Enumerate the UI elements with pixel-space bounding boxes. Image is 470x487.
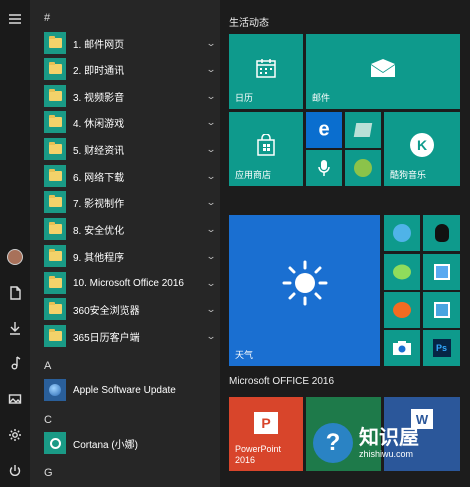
calendar-icon <box>256 58 276 78</box>
folder-item[interactable]: 365日历客户端 ⌄ <box>44 324 216 348</box>
chevron-down-icon: ⌄ <box>205 143 217 154</box>
mail-icon <box>371 58 395 77</box>
folder-icon <box>44 138 66 160</box>
chevron-down-icon: ⌄ <box>205 116 217 127</box>
folder-item[interactable]: 7. 影视制作 ⌄ <box>44 190 216 214</box>
weibo-icon <box>393 302 411 318</box>
watermark-url: zhishiwu.com <box>359 449 414 459</box>
section-header-g[interactable]: G <box>44 467 53 479</box>
chevron-down-icon: ⌄ <box>205 277 217 288</box>
avatar-image <box>7 249 23 265</box>
group-title-office: Microsoft OFFICE 2016 <box>229 376 335 387</box>
notes-icon <box>353 123 373 137</box>
tile-photoshop[interactable]: Ps <box>423 330 460 366</box>
app-list: # 1. 邮件网页 ⌄ 2. 即时通讯 ⌄ 3. 视频影音 ⌄ 4. 休闲游戏 … <box>30 0 220 487</box>
powerpoint-icon: P <box>254 411 278 434</box>
tile-calendar[interactable]: 日历 <box>229 34 303 109</box>
edge-icon: e <box>318 118 330 141</box>
documents-icon[interactable] <box>0 278 30 308</box>
tile-people[interactable] <box>423 292 460 328</box>
watermark-title: 知识屋 <box>359 427 419 449</box>
folder-icon <box>44 85 66 107</box>
folder-item[interactable]: 5. 财经资讯 ⌄ <box>44 137 216 161</box>
folder-item[interactable]: 2. 即时通讯 ⌄ <box>44 57 216 81</box>
chevron-down-icon: ⌄ <box>205 250 217 261</box>
apple-update-icon <box>44 379 66 401</box>
tile-qq-browser[interactable] <box>384 215 420 251</box>
chevron-down-icon: ⌄ <box>205 37 217 48</box>
folder-item[interactable]: 1. 邮件网页 ⌄ <box>44 31 216 55</box>
folder-icon <box>44 325 66 347</box>
app-cortana[interactable]: Cortana (小娜) <box>44 431 216 455</box>
folder-icon <box>44 245 66 267</box>
tile-powerpoint[interactable]: P PowerPoint 2016 <box>229 397 303 471</box>
folder-icon <box>44 191 66 213</box>
blue-app-icon <box>433 264 450 280</box>
hamburger-menu-icon[interactable] <box>0 4 30 34</box>
group-title-life: 生活动态 <box>229 18 269 29</box>
chevron-down-icon: ⌄ <box>205 63 217 74</box>
kugou-icon: K <box>410 133 434 158</box>
left-rail <box>0 0 30 487</box>
people-icon <box>433 302 450 318</box>
photoshop-icon: Ps <box>432 339 451 357</box>
tile-blue-app[interactable] <box>423 254 460 290</box>
folder-icon <box>44 272 66 294</box>
tile-store[interactable]: 应用商店 <box>229 112 303 186</box>
tile-edge[interactable]: e <box>306 112 342 148</box>
folder-item[interactable]: 8. 安全优化 ⌄ <box>44 217 216 241</box>
tile-qq[interactable] <box>423 215 460 251</box>
section-header-hash[interactable]: # <box>44 12 50 24</box>
tiles-panel: 生活动态 日历 邮件 应用商店 e K 酷狗音乐 天气 Ps Microsoft… <box>220 0 470 487</box>
folder-icon <box>44 58 66 80</box>
tile-green-app[interactable] <box>345 150 381 186</box>
tile-voice-recorder[interactable] <box>306 150 342 186</box>
tile-notes[interactable] <box>345 112 381 148</box>
chevron-down-icon: ⌄ <box>205 303 217 314</box>
tile-wechat[interactable] <box>384 254 420 290</box>
music-icon[interactable] <box>0 348 30 378</box>
tile-camera[interactable] <box>384 330 420 366</box>
wechat-icon <box>393 264 411 280</box>
camera-icon <box>393 341 411 355</box>
folder-icon <box>44 32 66 54</box>
watermark: ? 知识屋 zhishiwu.com <box>313 418 465 468</box>
folder-icon <box>44 111 66 133</box>
chevron-down-icon: ⌄ <box>205 223 217 234</box>
power-icon[interactable] <box>0 456 30 486</box>
qq-penguin-icon <box>434 224 449 242</box>
qq-browser-icon <box>393 224 411 242</box>
chevron-down-icon: ⌄ <box>205 170 217 181</box>
folder-icon <box>44 298 66 320</box>
folder-icon <box>44 165 66 187</box>
tile-weather[interactable]: 天气 <box>229 215 380 366</box>
pictures-icon[interactable] <box>0 384 30 414</box>
folder-icon <box>44 218 66 240</box>
tile-kugou-music[interactable]: K 酷狗音乐 <box>384 112 460 186</box>
tile-weibo[interactable] <box>384 292 420 328</box>
chevron-down-icon: ⌄ <box>205 90 217 101</box>
app-apple-software-update[interactable]: Apple Software Update <box>44 378 216 402</box>
settings-gear-icon[interactable] <box>0 420 30 450</box>
chevron-down-icon: ⌄ <box>205 330 217 341</box>
tile-mail[interactable]: 邮件 <box>306 34 460 109</box>
section-header-c[interactable]: C <box>44 414 52 426</box>
watermark-logo-icon: ? <box>313 423 353 463</box>
folder-item[interactable]: 3. 视频影音 ⌄ <box>44 84 216 108</box>
folder-item[interactable]: 4. 休闲游戏 ⌄ <box>44 110 216 134</box>
folder-item[interactable]: 6. 网络下载 ⌄ <box>44 164 216 188</box>
folder-item[interactable]: 10. Microsoft Office 2016 ⌄ <box>44 271 216 295</box>
cortana-icon <box>44 432 66 454</box>
green-app-icon <box>354 159 372 177</box>
folder-item[interactable]: 9. 其他程序 ⌄ <box>44 244 216 268</box>
downloads-icon[interactable] <box>0 313 30 343</box>
microphone-icon <box>318 160 330 176</box>
sun-icon <box>282 260 327 306</box>
store-bag-icon <box>257 134 275 157</box>
user-avatar[interactable] <box>0 242 30 272</box>
folder-item[interactable]: 360安全浏览器 ⌄ <box>44 297 216 321</box>
section-header-a[interactable]: A <box>44 360 51 372</box>
chevron-down-icon: ⌄ <box>205 196 217 207</box>
